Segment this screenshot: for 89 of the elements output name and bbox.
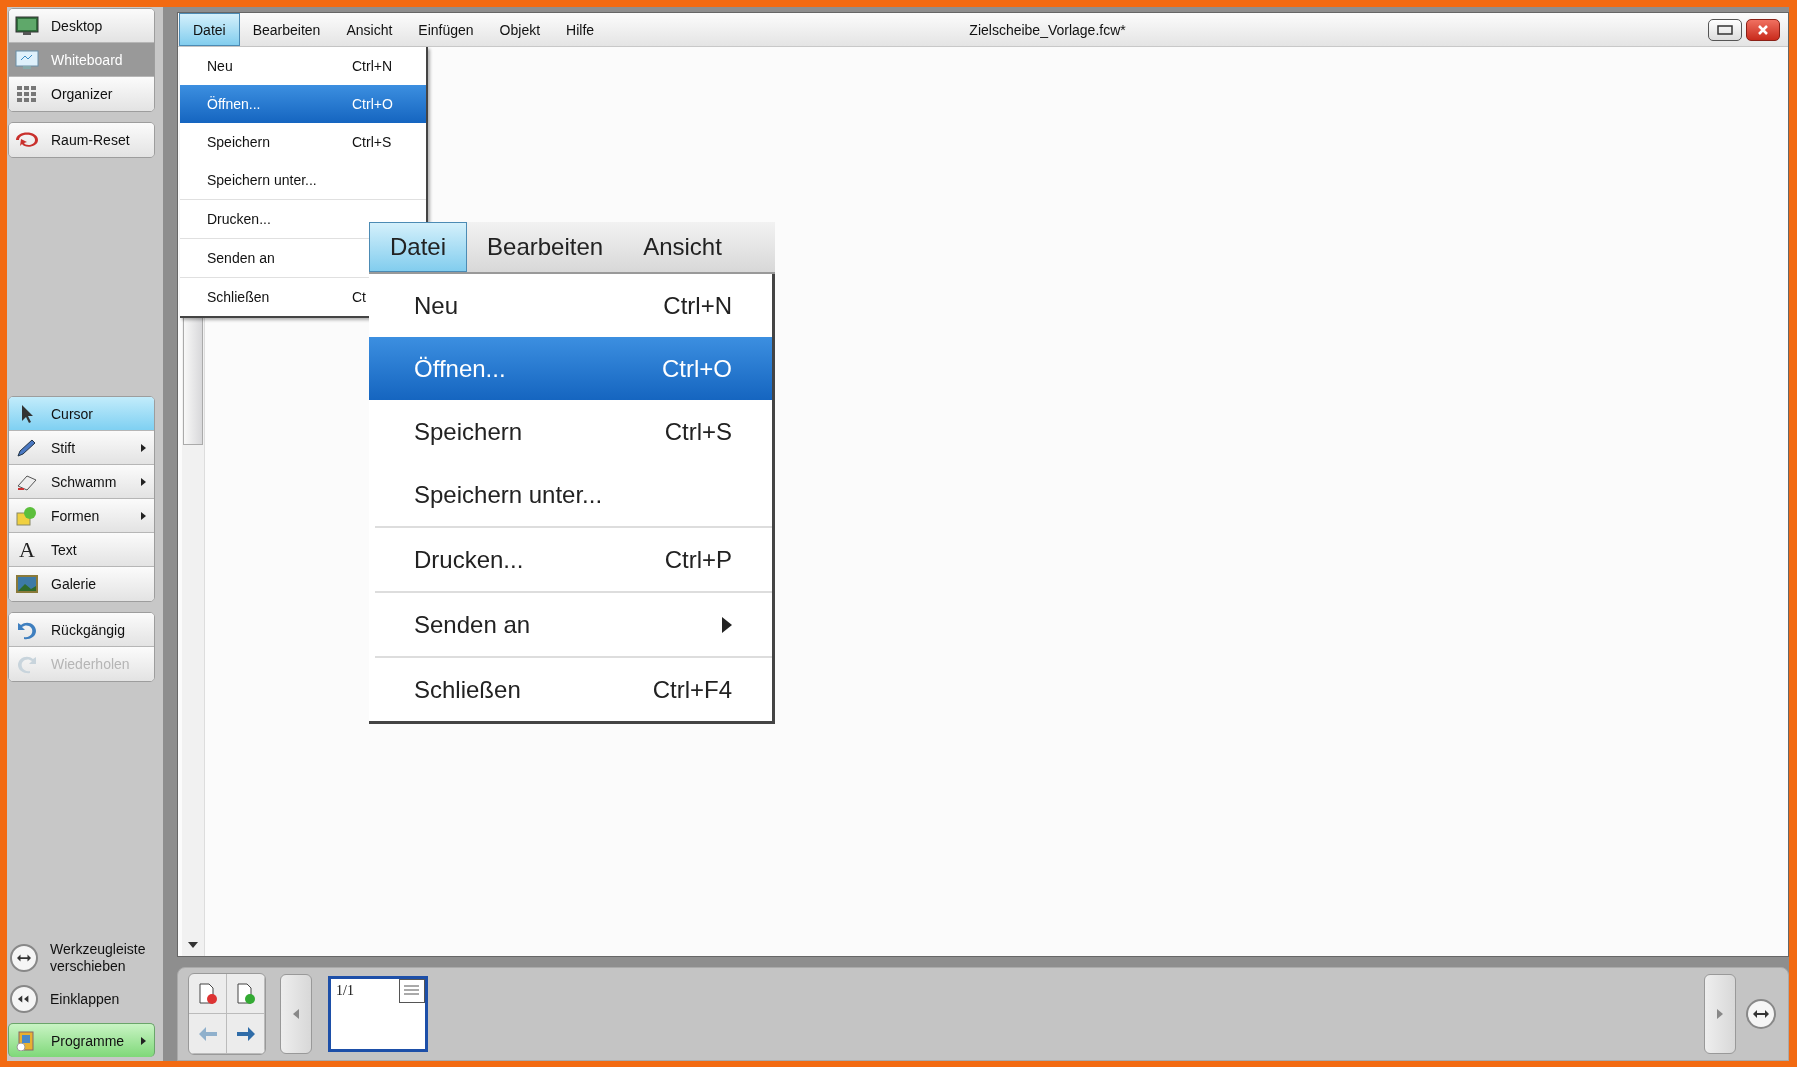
tool-button[interactable]: Formen bbox=[9, 499, 154, 533]
menu-item[interactable]: Einfügen bbox=[405, 13, 487, 46]
item-label: Speichern unter... bbox=[207, 172, 318, 188]
dropdown-item[interactable]: Speichern Ctrl+S bbox=[180, 123, 426, 161]
action-label: Werkzeugleiste verschieben bbox=[50, 941, 147, 975]
submenu-arrow-icon bbox=[141, 443, 146, 452]
tool-button[interactable]: Stift bbox=[9, 431, 154, 465]
shortcut-label: Ct bbox=[352, 289, 366, 305]
item-label: Neu bbox=[207, 58, 234, 74]
dropdown-item[interactable]: Speichern Ctrl+S bbox=[369, 400, 772, 463]
dropdown-item[interactable]: Neu Ctrl+N bbox=[180, 47, 426, 85]
item-label: Drucken... bbox=[414, 545, 524, 574]
dropdown-item[interactable]: Speichern unter... bbox=[369, 463, 772, 526]
item-label: Öffnen... bbox=[414, 354, 506, 383]
item-label: Senden an bbox=[414, 610, 531, 639]
item-label: Schließen bbox=[414, 675, 521, 704]
monitor-icon bbox=[15, 15, 39, 36]
right-arrow-icon bbox=[236, 1026, 255, 1041]
left-arrow-icon bbox=[198, 1026, 217, 1041]
history-button[interactable]: Rückgängig bbox=[9, 613, 154, 647]
close-button[interactable] bbox=[1746, 18, 1780, 41]
reset-button[interactable]: Raum-Reset bbox=[9, 123, 154, 157]
delete-page-icon bbox=[197, 982, 218, 1005]
window-title: Zielscheibe_Vorlage.fcw* bbox=[968, 21, 1127, 38]
item-label: Schließen bbox=[207, 289, 271, 305]
item-label: Senden an bbox=[207, 250, 276, 266]
maximize-icon bbox=[1717, 24, 1733, 35]
grid-icon bbox=[15, 84, 39, 104]
collapse-icon bbox=[17, 994, 31, 1004]
reset-icon bbox=[15, 130, 39, 150]
double-arrow-icon bbox=[17, 953, 31, 963]
text-tool-icon: A bbox=[15, 539, 39, 560]
menu-item[interactable]: Ansicht bbox=[333, 13, 406, 46]
round-button[interactable] bbox=[1746, 999, 1776, 1029]
menu-item[interactable]: Hilfe bbox=[553, 13, 608, 46]
forward-button[interactable] bbox=[227, 1014, 265, 1054]
item-label: Speichern bbox=[207, 134, 272, 150]
page-thumbnail[interactable]: 1/1 bbox=[328, 976, 428, 1052]
dropdown-item[interactable]: Öffnen... Ctrl+O bbox=[369, 337, 772, 400]
tool-button[interactable]: Cursor bbox=[9, 397, 154, 431]
submenu-arrow-icon bbox=[141, 477, 146, 486]
shortcut-label: Ctrl+N bbox=[663, 291, 732, 320]
shortcut-label: Ctrl+S bbox=[664, 417, 732, 446]
menu-item[interactable]: Datei bbox=[369, 222, 468, 272]
shapes-icon bbox=[15, 505, 39, 526]
programs-button[interactable]: Programme bbox=[8, 1023, 155, 1057]
dropdown-item[interactable]: Öffnen... Ctrl+O bbox=[180, 85, 426, 123]
shortcut-label: Ctrl+P bbox=[664, 545, 732, 574]
item-label: Speichern bbox=[414, 417, 523, 446]
round-button[interactable] bbox=[10, 985, 38, 1013]
monitor-icon bbox=[15, 49, 39, 70]
submenu-arrow-icon bbox=[141, 511, 146, 520]
action-label: Einklappen bbox=[50, 990, 120, 1008]
shortcut-label: Ctrl+N bbox=[352, 58, 393, 74]
shortcut-label: Ctrl+S bbox=[352, 134, 392, 150]
menu-icon[interactable] bbox=[399, 979, 425, 1003]
scroll-down-icon[interactable] bbox=[188, 942, 198, 948]
round-button[interactable] bbox=[10, 944, 38, 972]
dropdown-item[interactable]: Drucken... Ctrl+P bbox=[375, 526, 772, 591]
tool-button[interactable]: Galerie bbox=[9, 567, 154, 601]
shortcut-label: Ctrl+O bbox=[662, 354, 732, 383]
sidebar-item[interactable]: Desktop bbox=[9, 9, 154, 43]
menu-item[interactable]: Ansicht bbox=[623, 222, 742, 272]
menu-item[interactable]: Datei bbox=[179, 13, 240, 46]
right-caret-icon bbox=[1717, 1009, 1723, 1019]
close-icon bbox=[1757, 23, 1769, 36]
maximize-button[interactable] bbox=[1708, 18, 1742, 41]
sidebar-item[interactable]: Organizer bbox=[9, 77, 154, 111]
menu-item[interactable]: Bearbeiten bbox=[239, 13, 334, 46]
submenu-arrow-icon bbox=[141, 1036, 146, 1045]
page-number: 1/1 bbox=[336, 983, 354, 999]
tool-button[interactable]: A Text bbox=[9, 533, 154, 567]
shortcut-label: Ctrl+F4 bbox=[652, 675, 732, 704]
dropdown-item[interactable]: Speichern unter... bbox=[180, 161, 426, 199]
dropdown-item[interactable]: Senden an bbox=[375, 591, 772, 656]
picture-icon bbox=[15, 574, 39, 594]
shortcut-label: Ctrl+O bbox=[352, 96, 393, 112]
item-label: Drucken... bbox=[207, 211, 272, 227]
delete-page-button[interactable] bbox=[189, 974, 227, 1014]
tool-button[interactable]: Schwamm bbox=[9, 465, 154, 499]
add-page-icon bbox=[235, 982, 256, 1005]
menu-item[interactable]: Objekt bbox=[486, 13, 554, 46]
menu-item[interactable]: Bearbeiten bbox=[467, 222, 624, 272]
redo-icon bbox=[15, 654, 39, 674]
left-caret-icon bbox=[293, 1009, 299, 1019]
item-label: Öffnen... bbox=[207, 96, 262, 112]
dropdown-item[interactable]: Schließen Ctrl+F4 bbox=[375, 656, 772, 721]
item-label: Speichern unter... bbox=[414, 480, 603, 509]
double-arrow-icon bbox=[1753, 1009, 1769, 1019]
